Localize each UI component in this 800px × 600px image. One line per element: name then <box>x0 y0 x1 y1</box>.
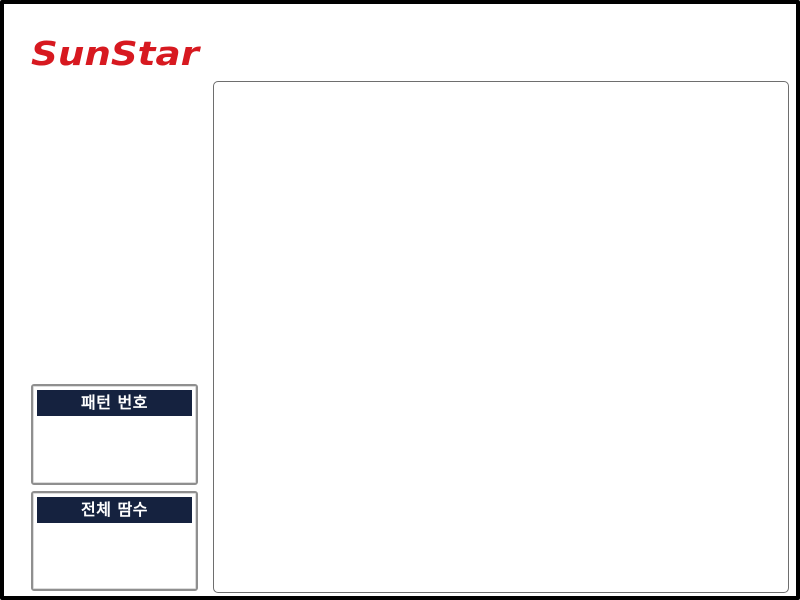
pattern-display-area[interactable] <box>213 81 789 593</box>
logo-text: SunStar <box>31 34 201 73</box>
pattern-number-label: 패턴 번호 <box>37 390 192 416</box>
total-stitches-label: 전체 땀수 <box>37 497 192 523</box>
total-stitches-panel[interactable]: 전체 땀수 <box>31 491 198 591</box>
pattern-number-panel[interactable]: 패턴 번호 <box>31 384 198 485</box>
machine-screen: SunStar 패턴 번호 전체 땀수 <box>0 0 800 600</box>
total-stitches-value <box>37 525 192 583</box>
sunstar-logo: SunStar <box>31 34 201 74</box>
pattern-number-value <box>37 418 192 476</box>
